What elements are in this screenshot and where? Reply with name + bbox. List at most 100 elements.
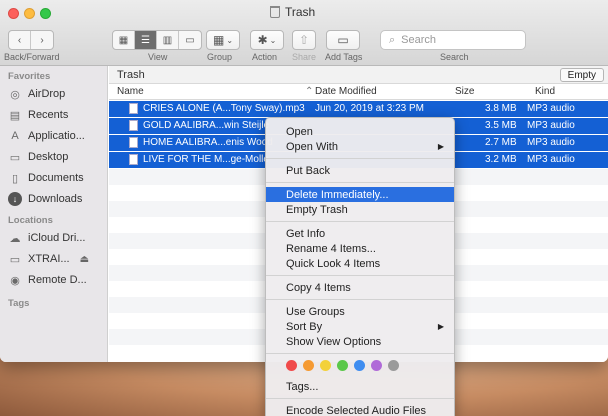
minimize-window-button[interactable] xyxy=(24,8,35,19)
toolbar: Trash ‹ › Back/Forward ▦ ☰ ▥ ▭ View ▦ ⌄ G… xyxy=(0,0,608,66)
menu-item-sort-by[interactable]: Sort By ▶ xyxy=(266,319,454,334)
sidebar-item-remote-disc[interactable]: ◉ Remote D... xyxy=(8,271,87,289)
group-button[interactable]: ▦ ⌄ xyxy=(206,30,240,50)
sidebar-item-recents[interactable]: ▤ Recents xyxy=(8,106,69,124)
file-name: GOLD AALIBRA...win Steijle xyxy=(143,120,270,131)
tag-gray-dot[interactable] xyxy=(388,360,399,371)
file-name: LIVE FOR THE M...ge-Molle xyxy=(143,154,269,165)
column-size[interactable]: Size xyxy=(455,86,474,97)
tag-purple-dot[interactable] xyxy=(371,360,382,371)
file-kind: MP3 audio xyxy=(527,154,575,165)
file-name: CRIES ALONE (A...Tony Sway).mp3 xyxy=(143,103,305,114)
sidebar-item-xtrai[interactable]: ▭ XTRAI... ⏏ xyxy=(8,250,89,268)
file-name: HOME AALIBRA...enis Wood xyxy=(143,137,273,148)
tag-green-dot[interactable] xyxy=(337,360,348,371)
column-date[interactable]: Date Modified xyxy=(315,86,377,97)
sidebar-item-label: Remote D... xyxy=(28,274,87,286)
submenu-arrow-icon: ▶ xyxy=(437,322,444,331)
search-field[interactable]: ⌕ Search xyxy=(380,30,526,50)
menu-item-delete-immediately[interactable]: Delete Immediately... xyxy=(266,187,454,202)
back-forward-control: ‹ › xyxy=(8,30,54,50)
menu-separator xyxy=(266,398,454,399)
search-placeholder: Search xyxy=(401,34,437,46)
menu-item-tags[interactable]: Tags... xyxy=(266,379,454,394)
menu-item-label: Open xyxy=(286,125,313,138)
file-kind: MP3 audio xyxy=(527,103,575,114)
tag-red-dot[interactable] xyxy=(286,360,297,371)
mp3-file-icon xyxy=(129,103,138,114)
sidebar-item-label: Applicatio... xyxy=(28,130,85,142)
tag-yellow-dot[interactable] xyxy=(320,360,331,371)
menu-separator xyxy=(266,299,454,300)
forward-button[interactable]: › xyxy=(31,31,53,49)
menu-item-put-back[interactable]: Put Back xyxy=(266,163,454,178)
mp3-file-icon xyxy=(129,154,138,165)
file-size: 3.2 MB xyxy=(485,154,517,165)
list-icon: ☰ xyxy=(141,34,150,46)
menu-separator xyxy=(266,353,454,354)
view-label: View xyxy=(148,52,168,62)
sidebar-item-airdrop[interactable]: ◎ AirDrop xyxy=(8,85,65,103)
downloads-icon: ↓ xyxy=(8,192,22,206)
menu-item-label: Sort By xyxy=(286,320,323,333)
grid-icon: ▦ xyxy=(118,34,129,46)
sidebar-item-desktop[interactable]: ▭ Desktop xyxy=(8,148,69,166)
column-kind[interactable]: Kind xyxy=(535,86,555,97)
sidebar-item-downloads[interactable]: ↓ Downloads xyxy=(8,190,82,208)
list-view-button[interactable]: ☰ xyxy=(135,31,157,49)
menu-separator xyxy=(266,221,454,222)
menu-item-empty-trash[interactable]: Empty Trash xyxy=(266,202,454,217)
menu-item-label: Quick Look 4 Items xyxy=(286,257,381,270)
menu-item-copy[interactable]: Copy 4 Items xyxy=(266,280,454,295)
window-title: Trash xyxy=(285,5,316,19)
zoom-window-button[interactable] xyxy=(40,8,51,19)
add-tags-label: Add Tags xyxy=(325,52,363,62)
action-button[interactable]: ✱ ⌄ xyxy=(250,30,284,50)
sort-indicator-icon: ⌃ xyxy=(305,86,314,97)
drive-icon: ▭ xyxy=(9,253,21,266)
group-label: Group xyxy=(207,52,233,62)
applications-icon: A xyxy=(11,130,19,142)
gallery-view-button[interactable]: ▭ xyxy=(179,31,201,49)
tag-blue-dot[interactable] xyxy=(354,360,365,371)
menu-item-label: Use Groups xyxy=(286,305,345,318)
desktop-icon: ▭ xyxy=(9,151,21,164)
tag-orange-dot[interactable] xyxy=(303,360,314,371)
menu-item-encode-audio[interactable]: Encode Selected Audio Files xyxy=(266,403,454,416)
sidebar-item-documents[interactable]: ▯ Documents xyxy=(8,169,84,187)
menu-separator xyxy=(266,275,454,276)
table-row[interactable]: CRIES ALONE (A...Tony Sway).mp3 Jun 20, … xyxy=(109,101,608,117)
group-icon: ▦ xyxy=(212,33,225,47)
icon-view-button[interactable]: ▦ xyxy=(113,31,135,49)
tag-icon: ▭ xyxy=(337,33,349,47)
close-window-button[interactable] xyxy=(8,8,19,19)
sidebar-item-label: iCloud Dri... xyxy=(28,232,86,244)
menu-item-rename[interactable]: Rename 4 Items... xyxy=(266,241,454,256)
trash-icon xyxy=(270,6,280,18)
column-view-button[interactable]: ▥ xyxy=(157,31,179,49)
menu-item-show-view-options[interactable]: Show View Options xyxy=(266,334,454,349)
tag-color-row xyxy=(286,360,446,372)
column-header: Name ⌃ Date Modified Size Kind xyxy=(109,84,608,100)
tags-header: Tags xyxy=(8,298,30,309)
empty-button[interactable]: Empty xyxy=(559,68,604,82)
eject-icon[interactable]: ⏏ xyxy=(80,254,89,265)
menu-item-use-groups[interactable]: Use Groups xyxy=(266,304,454,319)
menu-item-open-with[interactable]: Open With ▶ xyxy=(266,139,454,154)
window-title-area: Trash xyxy=(270,5,315,19)
sidebar-item-icloud-drive[interactable]: ☁ iCloud Dri... xyxy=(8,229,86,247)
gallery-icon: ▭ xyxy=(185,34,195,46)
file-date: Jun 20, 2019 at 3:23 PM xyxy=(315,103,424,114)
column-name[interactable]: Name xyxy=(117,86,144,97)
share-button[interactable]: ⇧ xyxy=(292,30,316,50)
chevron-down-icon: ⌄ xyxy=(226,35,234,45)
menu-item-label: Empty Trash xyxy=(286,203,348,216)
add-tags-button[interactable]: ▭ xyxy=(326,30,360,50)
favorites-header: Favorites xyxy=(8,71,51,82)
locations-header: Locations xyxy=(8,215,53,226)
menu-item-quick-look[interactable]: Quick Look 4 Items xyxy=(266,256,454,271)
sidebar-item-applications[interactable]: A Applicatio... xyxy=(8,127,85,145)
menu-item-open[interactable]: Open xyxy=(266,124,454,139)
menu-item-get-info[interactable]: Get Info xyxy=(266,226,454,241)
back-button[interactable]: ‹ xyxy=(9,31,31,49)
